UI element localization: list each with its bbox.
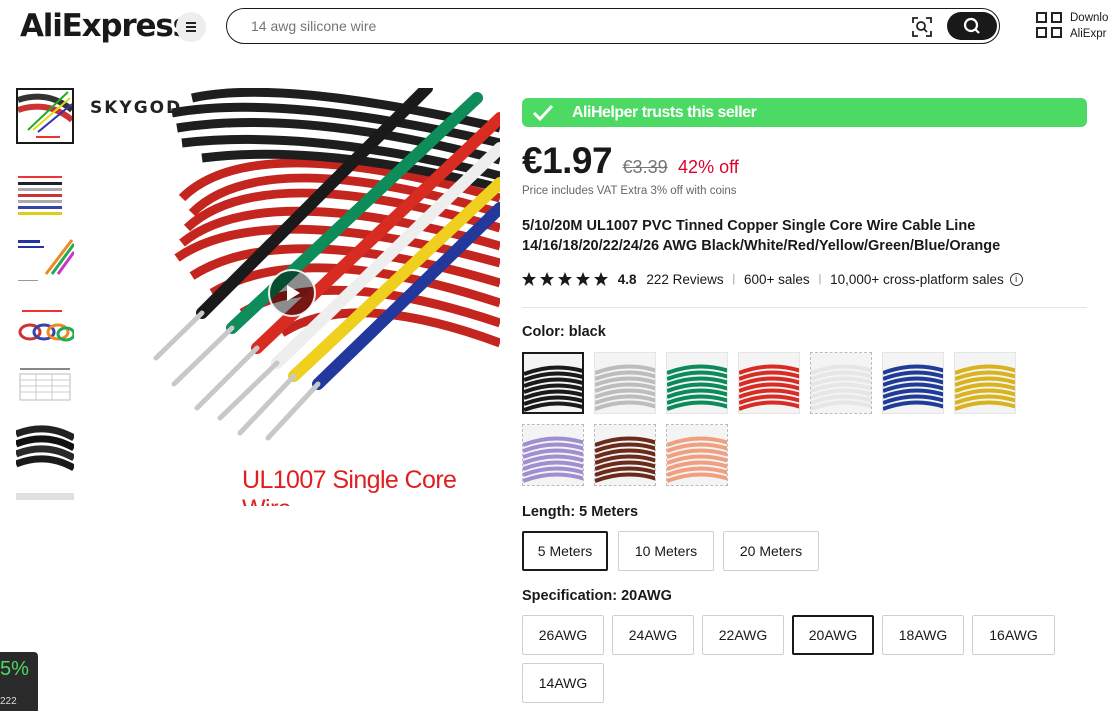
alihelper-text: AliHelper trusts this seller bbox=[572, 104, 757, 121]
image-caption: UL1007 Single Core Wire bbox=[242, 466, 457, 506]
wire-coil-image bbox=[523, 425, 583, 485]
color-swatch-purple[interactable] bbox=[522, 424, 584, 486]
star-rating bbox=[522, 272, 608, 287]
original-price: €3.39 bbox=[622, 157, 668, 177]
length-option-20m[interactable]: 20 Meters bbox=[723, 531, 819, 571]
aliexpress-logo[interactable]: AliExpress bbox=[20, 8, 191, 44]
spec-option-24awg[interactable]: 24AWG bbox=[612, 615, 694, 655]
price-note: Price includes VAT Extra 3% off with coi… bbox=[522, 185, 737, 197]
thumbnail-list bbox=[16, 88, 74, 500]
floating-widget[interactable]: 5% 222 bbox=[0, 652, 38, 711]
star-icon bbox=[558, 272, 572, 287]
hamburger-icon bbox=[186, 22, 196, 24]
color-swatch-green[interactable] bbox=[666, 352, 728, 414]
length-option-5m[interactable]: 5 Meters bbox=[522, 531, 608, 571]
thumbnail-2[interactable] bbox=[16, 166, 74, 222]
search-button[interactable] bbox=[947, 12, 997, 40]
thumbnail-6[interactable] bbox=[16, 418, 74, 474]
spec-option-16awg[interactable]: 16AWG bbox=[972, 615, 1055, 655]
spec-option-18awg[interactable]: 18AWG bbox=[882, 615, 964, 655]
wire-coil-image bbox=[883, 353, 943, 413]
thumbnail-5[interactable] bbox=[16, 362, 74, 418]
color-swatch-orange[interactable] bbox=[666, 424, 728, 486]
spec-option-20awg[interactable]: 20AWG bbox=[792, 615, 874, 655]
spec-label: Specification: 20AWG bbox=[522, 588, 672, 604]
play-icon bbox=[287, 285, 300, 301]
menu-button[interactable] bbox=[176, 12, 206, 42]
reviews-link[interactable]: 222 Reviews bbox=[646, 272, 723, 287]
star-icon bbox=[522, 272, 536, 287]
qr-code-icon[interactable] bbox=[1036, 12, 1062, 38]
spec-option-14awg[interactable]: 14AWG bbox=[522, 663, 604, 703]
cross-platform-sales: 10,000+ cross-platform sales bbox=[830, 271, 1004, 287]
length-option-10m[interactable]: 10 Meters bbox=[618, 531, 714, 571]
wire-coil-image bbox=[955, 353, 1015, 413]
thumbnail-3[interactable] bbox=[16, 234, 74, 290]
price-row: €1.97 €3.39 42% off bbox=[522, 140, 739, 182]
info-icon[interactable]: i bbox=[1009, 272, 1023, 286]
search-icon bbox=[963, 17, 980, 34]
search-input[interactable] bbox=[251, 18, 851, 34]
wire-coil-image bbox=[739, 353, 799, 413]
current-price: €1.97 bbox=[522, 140, 613, 181]
color-swatch-yellow[interactable] bbox=[954, 352, 1016, 414]
thumbnail-7[interactable] bbox=[16, 490, 74, 500]
search-bar bbox=[226, 8, 1000, 44]
checkmark-icon bbox=[532, 104, 554, 122]
image-search-icon[interactable] bbox=[911, 16, 933, 38]
color-swatch-brown[interactable] bbox=[594, 424, 656, 486]
download-app-link[interactable]: Downlo AliExpr bbox=[1070, 10, 1108, 42]
brand-watermark: SKYGOD bbox=[90, 98, 183, 118]
wire-coil-image bbox=[595, 353, 655, 413]
sales-count: 600+ sales bbox=[744, 271, 810, 287]
color-swatch-white[interactable] bbox=[810, 352, 872, 414]
alihelper-banner: AliHelper trusts this seller bbox=[522, 98, 1087, 127]
discount-badge: 42% off bbox=[678, 157, 739, 177]
wire-coil-image bbox=[667, 425, 727, 485]
wire-coil-image bbox=[595, 425, 655, 485]
widget-percent: 5% bbox=[0, 658, 29, 680]
wire-coil-image bbox=[811, 353, 871, 413]
wire-coil-image bbox=[524, 354, 582, 412]
thumbnail-1[interactable] bbox=[16, 88, 74, 144]
main-product-image[interactable]: SKYGOD UL1007 Single Core Wire bbox=[82, 88, 500, 506]
product-title: 5/10/20M UL1007 PVC Tinned Copper Single… bbox=[522, 218, 1001, 254]
color-swatch-red[interactable] bbox=[738, 352, 800, 414]
widget-count: 222 bbox=[0, 696, 17, 707]
thumbnail-4[interactable] bbox=[16, 302, 74, 358]
color-swatch-blue[interactable] bbox=[882, 352, 944, 414]
spec-option-26awg[interactable]: 26AWG bbox=[522, 615, 604, 655]
rating-row: 4.8 222 Reviews | 600+ sales | 10,000+ c… bbox=[522, 271, 1023, 291]
color-label: Color: black bbox=[522, 324, 606, 340]
wire-coil-image bbox=[667, 353, 727, 413]
star-icon bbox=[594, 272, 608, 287]
rating-value: 4.8 bbox=[617, 271, 637, 287]
divider bbox=[522, 307, 1087, 308]
star-icon bbox=[540, 272, 554, 287]
length-label: Length: 5 Meters bbox=[522, 504, 639, 520]
star-icon bbox=[576, 272, 590, 287]
color-swatch-gray[interactable] bbox=[594, 352, 656, 414]
site-header: AliExpress Downlo AliExpr bbox=[0, 0, 1111, 54]
spec-option-22awg[interactable]: 22AWG bbox=[702, 615, 784, 655]
play-video-button[interactable] bbox=[268, 269, 316, 317]
separator: | bbox=[818, 273, 822, 286]
color-swatch-black[interactable] bbox=[522, 352, 584, 414]
separator: | bbox=[732, 273, 736, 286]
